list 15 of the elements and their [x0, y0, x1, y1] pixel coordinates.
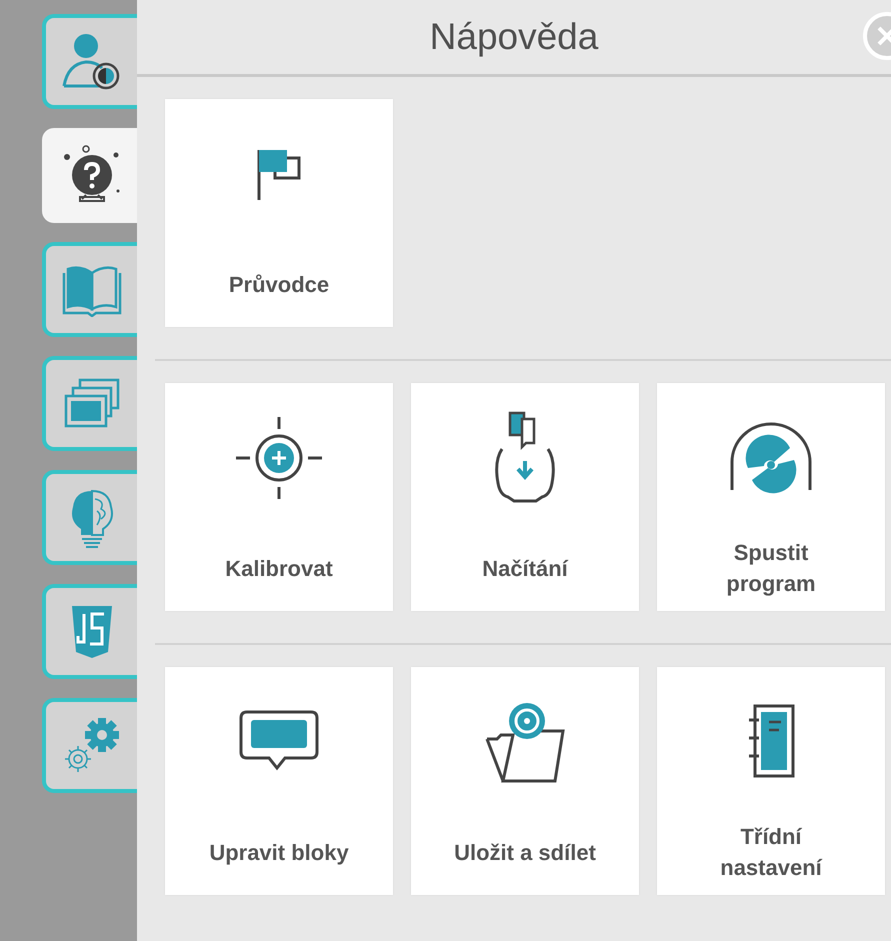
tile-button[interactable]: Kalibrovat: [165, 383, 393, 611]
panel-title: Nápověda: [430, 15, 598, 60]
sidebar-tab[interactable]: [42, 14, 137, 109]
robot-download-icon: [492, 411, 558, 505]
disc-arch-icon: [728, 422, 814, 494]
folder-disc-icon: [483, 701, 567, 783]
tile-button[interactable]: Uložit a sdílet: [411, 667, 639, 895]
tile-button[interactable]: Třídní nastavení: [657, 667, 885, 895]
js-shield-icon: [70, 604, 114, 660]
tile-button[interactable]: Upravit bloky: [165, 667, 393, 895]
close-icon: [877, 26, 891, 46]
tile-button[interactable]: Načítání: [411, 383, 639, 611]
tile-button[interactable]: Průvodce: [165, 99, 393, 327]
crosshair-icon: [234, 415, 324, 501]
tile-button[interactable]: Spustit program: [657, 383, 885, 611]
